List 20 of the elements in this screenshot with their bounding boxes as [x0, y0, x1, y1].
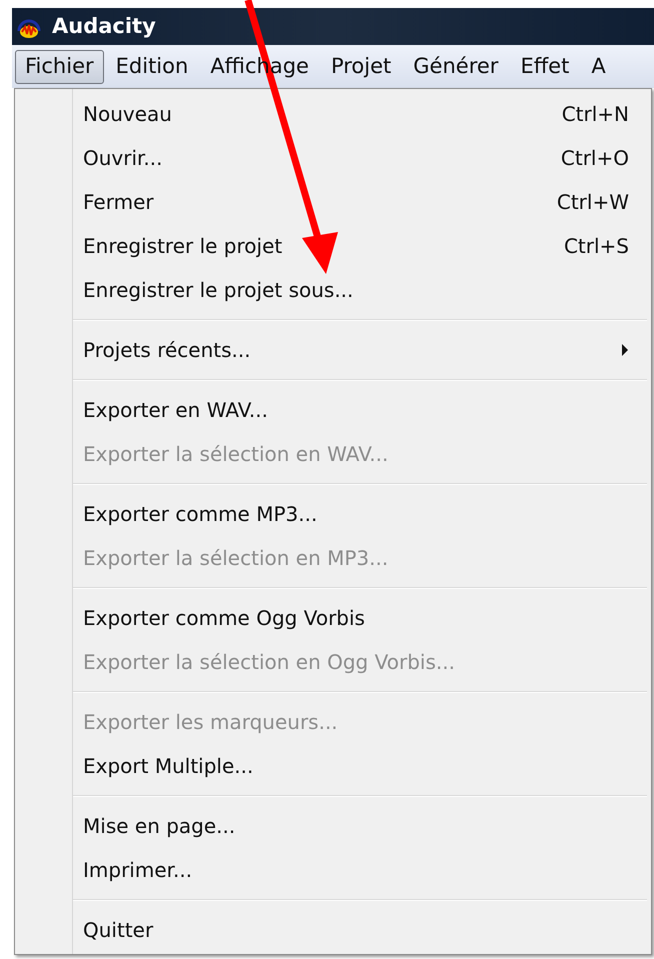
menu-item[interactable]: Imprimer...	[73, 848, 647, 892]
menu-item[interactable]: Exporter comme Ogg Vorbis	[73, 596, 647, 640]
menu-item[interactable]: Enregistrer le projet sous...	[73, 268, 647, 312]
menu-bar-item[interactable]: Effet	[510, 50, 580, 84]
menu-item[interactable]: Exporter comme MP3...	[73, 492, 647, 536]
menu-item[interactable]: Exporter en WAV...	[73, 388, 647, 432]
window-title: Audacity	[52, 12, 156, 40]
menu-bar-item[interactable]: Fichier	[15, 50, 104, 84]
menu-item[interactable]: Quitter	[73, 908, 647, 952]
menu-item[interactable]: Projets récents...	[73, 328, 647, 372]
menu-bar-item[interactable]: Edition	[106, 50, 198, 84]
menu-item[interactable]: Ouvrir... Ctrl+O	[73, 136, 647, 180]
menu-item[interactable]: Export Multiple...	[73, 744, 647, 788]
menu-bar-item[interactable]: Générer	[403, 50, 508, 84]
menu-bar-item[interactable]: A	[581, 50, 616, 84]
menu-item[interactable]: Mise en page...	[73, 804, 647, 848]
menu-bar-item[interactable]: Projet	[320, 50, 402, 84]
menu-item[interactable]: Nouveau Ctrl+N	[73, 92, 647, 136]
menu-item[interactable]: Enregistrer le projet Ctrl+S	[73, 224, 647, 268]
menu-item[interactable]: Fermer Ctrl+W	[73, 180, 647, 224]
